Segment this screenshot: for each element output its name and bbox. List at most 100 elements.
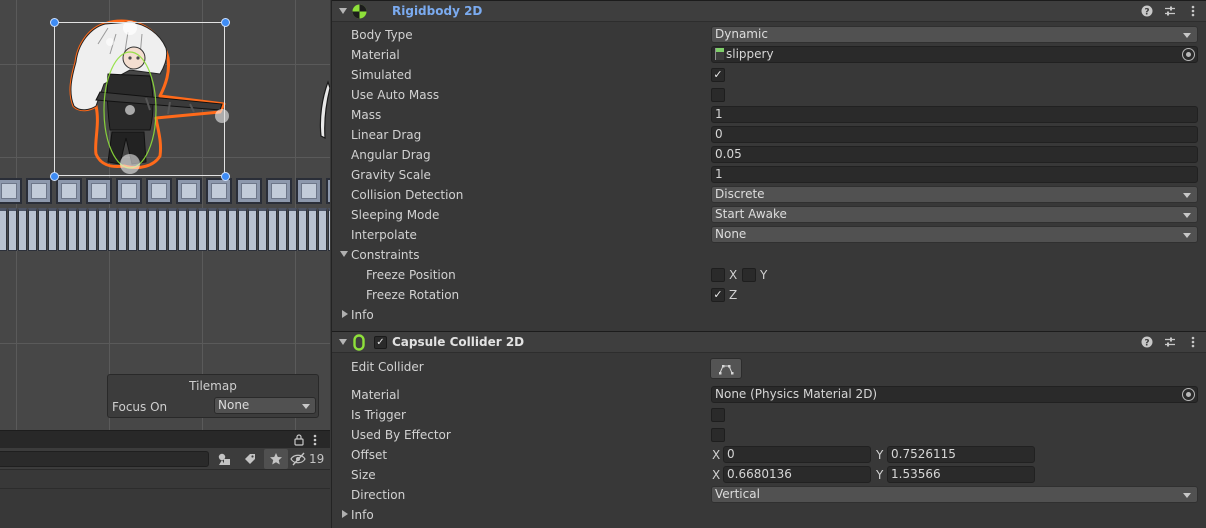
scene-view[interactable]: Tilemap Focus On None xyxy=(0,0,330,430)
tile xyxy=(326,178,330,204)
tile xyxy=(26,178,52,204)
freeze-position-y-checkbox[interactable] xyxy=(742,268,756,282)
tile xyxy=(28,208,37,251)
gravity-scale-input[interactable]: 1 xyxy=(711,166,1198,183)
lock-icon[interactable] xyxy=(294,434,304,446)
tile xyxy=(318,208,327,251)
edit-collider-row: Edit Collider xyxy=(332,357,1206,381)
used-by-effector-row: Used By Effector xyxy=(332,425,1206,445)
fold-closed-icon[interactable] xyxy=(342,510,348,518)
tile xyxy=(228,208,237,251)
presets-icon[interactable] xyxy=(1164,4,1176,18)
linear-drag-input[interactable]: 0 xyxy=(711,126,1198,143)
rect-tool-frame[interactable] xyxy=(54,22,225,176)
hidden-packages-toggle[interactable]: 19 xyxy=(290,449,324,469)
tile xyxy=(266,178,292,204)
is-trigger-row: Is Trigger xyxy=(332,405,1206,425)
help-icon[interactable]: ? xyxy=(1141,4,1153,18)
focus-on-label: Focus On xyxy=(112,400,168,414)
list-divider xyxy=(0,488,330,489)
project-list-area[interactable] xyxy=(0,470,330,528)
constraints-foldout[interactable]: Constraints xyxy=(332,245,1206,265)
use-auto-mass-checkbox[interactable] xyxy=(711,88,725,102)
direction-dropdown[interactable]: Vertical xyxy=(711,486,1198,503)
tile xyxy=(218,208,227,251)
star-icon xyxy=(270,453,282,465)
is-trigger-label: Is Trigger xyxy=(351,408,406,422)
tile xyxy=(138,208,147,251)
rb-material-field[interactable]: slippery xyxy=(711,46,1198,63)
rb-material-value: slippery xyxy=(726,47,774,61)
rb-info-label: Info xyxy=(351,308,374,322)
rect-handle-bottom-right[interactable] xyxy=(221,172,230,181)
capsule-collider-2d-header[interactable]: ✓ Capsule Collider 2D ? xyxy=(332,331,1206,353)
simulated-checkbox[interactable]: ✓ xyxy=(711,68,725,82)
help-icon[interactable]: ? xyxy=(1141,335,1153,349)
fold-closed-icon[interactable] xyxy=(342,310,348,318)
capsule-enabled-checkbox[interactable]: ✓ xyxy=(374,336,387,349)
tile xyxy=(118,208,127,251)
body-type-row: Body Type Dynamic xyxy=(332,25,1206,45)
kebab-menu-icon[interactable] xyxy=(313,434,317,446)
size-x-input[interactable]: 0.6680136 xyxy=(723,466,871,483)
rigidbody-2d-header[interactable]: Rigidbody 2D ? xyxy=(332,0,1206,22)
offset-x-input[interactable]: 0 xyxy=(723,446,871,463)
cc-material-field[interactable]: None (Physics Material 2D) xyxy=(711,386,1198,403)
inspector-panel: Rigidbody 2D ? Body Type Dynamic Materia… xyxy=(331,0,1206,528)
interpolate-dropdown[interactable]: None xyxy=(711,226,1198,243)
freeze-position-y-label: Y xyxy=(760,268,768,282)
project-toolbar: 19 xyxy=(0,448,330,470)
tile xyxy=(236,178,262,204)
interpolate-label: Interpolate xyxy=(351,228,417,242)
use-auto-mass-row: Use Auto Mass xyxy=(332,85,1206,105)
is-trigger-checkbox[interactable] xyxy=(711,408,725,422)
freeze-position-row: Freeze Position X Y xyxy=(332,265,1206,285)
object-picker-icon[interactable] xyxy=(1182,388,1195,401)
presets-icon[interactable] xyxy=(1164,335,1176,349)
sleeping-mode-dropdown[interactable]: Start Awake xyxy=(711,206,1198,223)
freeze-rotation-z-checkbox[interactable]: ✓ xyxy=(711,288,725,302)
fold-arrow-icon[interactable] xyxy=(339,8,347,14)
collision-detection-label: Collision Detection xyxy=(351,188,464,202)
object-picker-icon[interactable] xyxy=(1182,48,1195,61)
collision-detection-dropdown[interactable]: Discrete xyxy=(711,186,1198,203)
rect-handle-top-left[interactable] xyxy=(50,18,59,27)
search-by-label-button[interactable] xyxy=(238,449,262,469)
body-type-value: Dynamic xyxy=(715,27,768,41)
used-by-effector-checkbox[interactable] xyxy=(711,428,725,442)
chevron-down-icon xyxy=(1183,33,1191,38)
interpolate-row: Interpolate None xyxy=(332,225,1206,245)
size-y-input[interactable]: 1.53566 xyxy=(887,466,1035,483)
body-type-dropdown[interactable]: Dynamic xyxy=(711,26,1198,43)
chevron-down-icon xyxy=(302,404,310,409)
rect-handle-bottom-left[interactable] xyxy=(50,172,59,181)
offset-x-label[interactable]: X xyxy=(712,448,720,462)
favorites-button[interactable] xyxy=(264,449,288,469)
search-by-type-button[interactable] xyxy=(212,449,236,469)
tile xyxy=(88,208,97,251)
fold-open-icon[interactable] xyxy=(340,251,348,257)
focus-on-dropdown[interactable]: None xyxy=(214,397,316,414)
freeze-position-x-checkbox[interactable] xyxy=(711,268,725,282)
rb-info-foldout[interactable]: Info xyxy=(332,305,1206,325)
cc-material-label: Material xyxy=(351,388,400,402)
mass-input[interactable]: 1 xyxy=(711,106,1198,123)
size-y-label[interactable]: Y xyxy=(876,468,883,482)
fold-arrow-icon[interactable] xyxy=(339,339,347,345)
kebab-menu-icon[interactable] xyxy=(1187,335,1199,349)
size-x-label[interactable]: X xyxy=(712,468,720,482)
kebab-menu-icon[interactable] xyxy=(1187,4,1199,18)
edit-collider-button[interactable] xyxy=(710,358,742,379)
chevron-down-icon xyxy=(1183,493,1191,498)
use-auto-mass-label: Use Auto Mass xyxy=(351,88,440,102)
project-search-input[interactable] xyxy=(0,451,209,467)
offset-y-input[interactable]: 0.7526115 xyxy=(887,446,1035,463)
cc-material-row: Material None (Physics Material 2D) xyxy=(332,385,1206,405)
tag-icon xyxy=(245,454,255,464)
tile xyxy=(188,208,197,251)
cc-info-foldout[interactable]: Info xyxy=(332,505,1206,525)
interpolate-value: None xyxy=(715,227,747,241)
rect-handle-top-right[interactable] xyxy=(221,18,230,27)
angular-drag-input[interactable]: 0.05 xyxy=(711,146,1198,163)
offset-y-label[interactable]: Y xyxy=(876,448,883,462)
